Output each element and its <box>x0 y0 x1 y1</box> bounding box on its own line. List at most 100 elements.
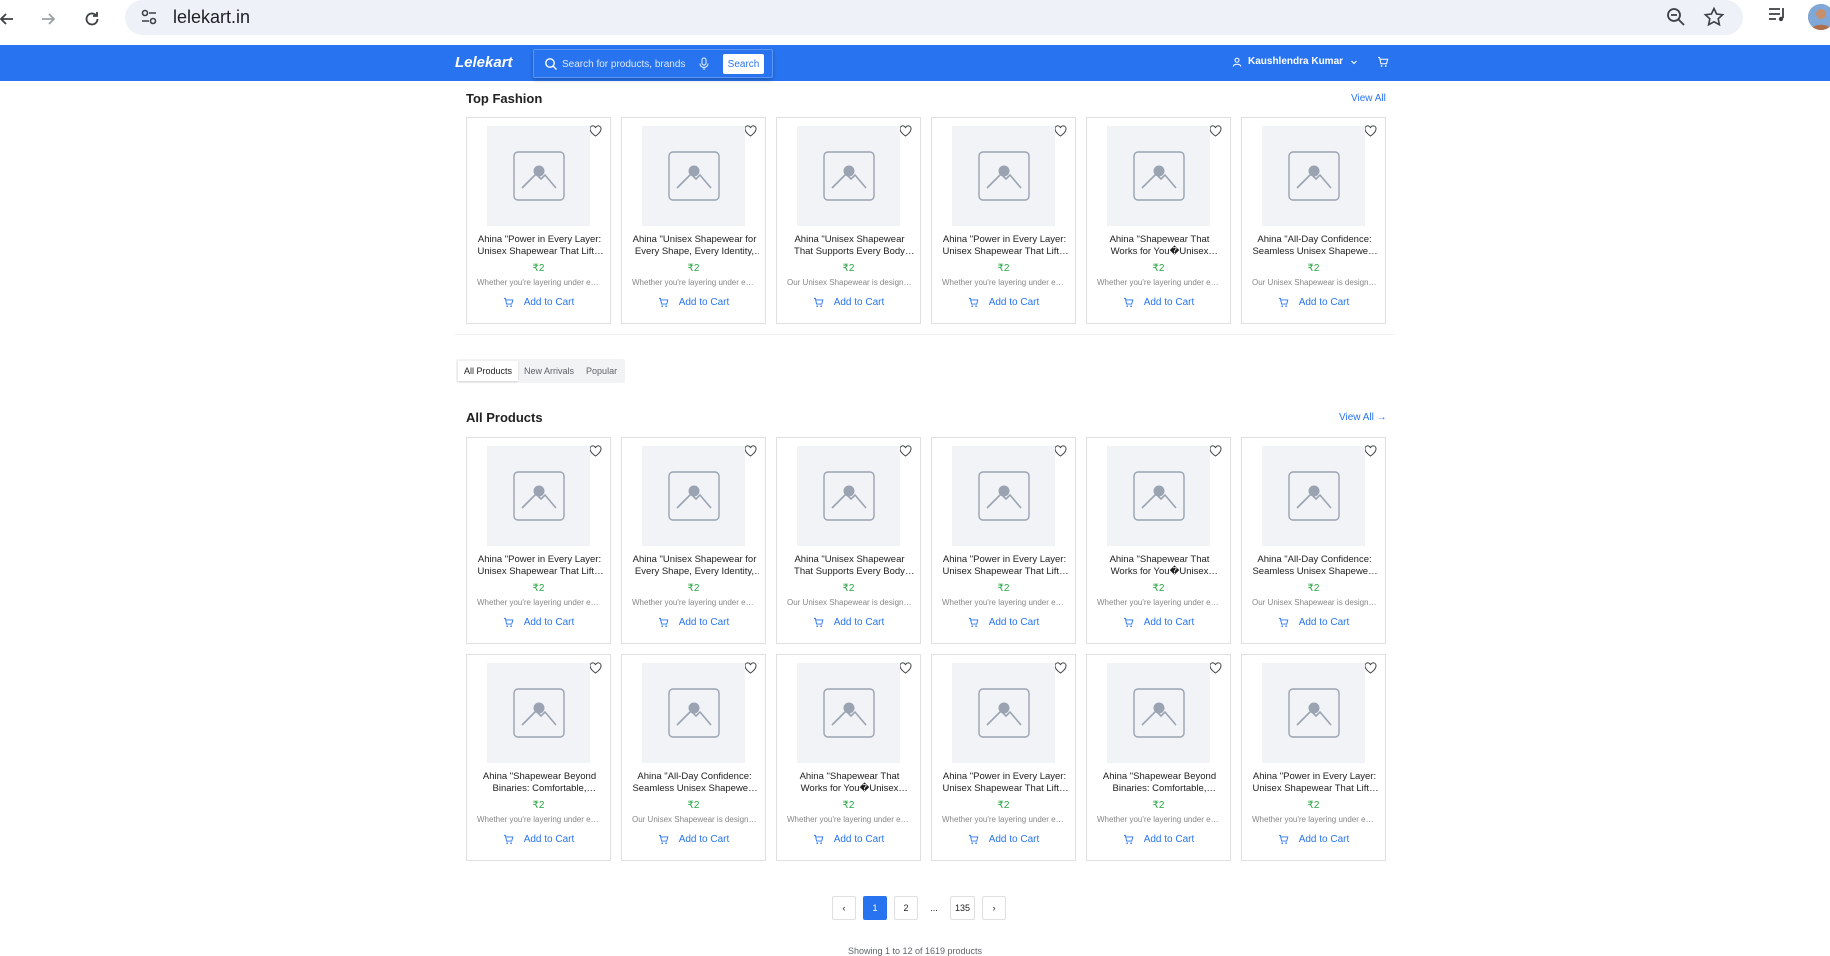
add-to-cart-button[interactable]: Add to Cart <box>1087 617 1230 628</box>
product-image[interactable] <box>952 446 1055 546</box>
product-card[interactable]: Ahina "Shapewear Beyond Binaries: Comfor… <box>1086 654 1231 861</box>
product-image[interactable] <box>797 446 900 546</box>
product-name[interactable]: Ahina "Unisex Shapewear That Supports Ev… <box>785 234 914 258</box>
product-name[interactable]: Ahina "Power in Every Layer: Unisex Shap… <box>940 234 1069 258</box>
product-image[interactable] <box>797 663 900 763</box>
pagination-next-button[interactable]: › <box>982 896 1007 920</box>
product-name[interactable]: Ahina "Unisex Shapewear for Every Shape,… <box>630 554 759 578</box>
add-to-cart-button[interactable]: Add to Cart <box>1242 617 1385 628</box>
reload-button[interactable] <box>77 4 107 34</box>
wishlist-button[interactable] <box>899 444 912 462</box>
product-name[interactable]: Ahina "Unisex Shapewear That Supports Ev… <box>785 554 914 578</box>
add-to-cart-button[interactable]: Add to Cart <box>1087 297 1230 308</box>
pagination-prev-button[interactable]: ‹ <box>832 896 856 920</box>
product-name[interactable]: Ahina "Shapewear That Works for You�Unis… <box>1095 554 1224 578</box>
product-image[interactable] <box>952 663 1055 763</box>
address-bar[interactable]: lelekart.in <box>125 0 1743 35</box>
product-name[interactable]: Ahina "Shapewear Beyond Binaries: Comfor… <box>1095 771 1224 795</box>
product-image[interactable] <box>952 126 1055 226</box>
add-to-cart-button[interactable]: Add to Cart <box>622 834 765 845</box>
user-menu[interactable]: Kaushlendra Kumar <box>1232 56 1359 67</box>
wishlist-button[interactable] <box>1209 124 1222 142</box>
product-image[interactable] <box>1107 663 1210 763</box>
bookmark-star-icon[interactable] <box>1703 6 1725 28</box>
wishlist-button[interactable] <box>899 661 912 679</box>
add-to-cart-button[interactable]: Add to Cart <box>932 617 1075 628</box>
site-settings-icon[interactable] <box>139 7 159 27</box>
product-card[interactable]: Ahina "Unisex Shapewear for Every Shape,… <box>621 117 766 324</box>
product-name[interactable]: Ahina "Power in Every Layer: Unisex Shap… <box>940 771 1069 795</box>
product-image[interactable] <box>642 663 745 763</box>
forward-button[interactable] <box>33 4 63 34</box>
profile-avatar[interactable] <box>1808 4 1830 30</box>
product-card[interactable]: Ahina "Shapewear That Works for You�Unis… <box>1086 437 1231 644</box>
header-cart-icon[interactable] <box>1377 56 1389 68</box>
add-to-cart-button[interactable]: Add to Cart <box>1242 297 1385 308</box>
tab-1[interactable]: New Arrivals <box>518 361 580 381</box>
wishlist-button[interactable] <box>744 661 757 679</box>
wishlist-button[interactable] <box>589 661 602 679</box>
add-to-cart-button[interactable]: Add to Cart <box>777 617 920 628</box>
add-to-cart-button[interactable]: Add to Cart <box>467 297 610 308</box>
add-to-cart-button[interactable]: Add to Cart <box>932 834 1075 845</box>
product-image[interactable] <box>1107 446 1210 546</box>
product-name[interactable]: Ahina "All-Day Confidence: Seamless Unis… <box>1250 554 1379 578</box>
wishlist-button[interactable] <box>744 444 757 462</box>
product-image[interactable] <box>487 663 590 763</box>
product-image[interactable] <box>797 126 900 226</box>
add-to-cart-button[interactable]: Add to Cart <box>932 297 1075 308</box>
product-name[interactable]: Ahina "Power in Every Layer: Unisex Shap… <box>475 234 604 258</box>
add-to-cart-button[interactable]: Add to Cart <box>622 617 765 628</box>
wishlist-button[interactable] <box>589 124 602 142</box>
wishlist-button[interactable] <box>899 124 912 142</box>
product-card[interactable]: Ahina "All-Day Confidence: Seamless Unis… <box>1241 437 1386 644</box>
product-name[interactable]: Ahina "Shapewear That Works for You�Unis… <box>1095 234 1224 258</box>
search-button[interactable]: Search <box>723 54 764 74</box>
product-name[interactable]: Ahina "Shapewear Beyond Binaries: Comfor… <box>475 771 604 795</box>
product-image[interactable] <box>642 446 745 546</box>
media-queue-icon[interactable] <box>1766 4 1788 26</box>
search-input[interactable] <box>562 56 702 72</box>
wishlist-button[interactable] <box>1054 661 1067 679</box>
product-image[interactable] <box>1262 126 1365 226</box>
wishlist-button[interactable] <box>1054 124 1067 142</box>
product-card[interactable]: Ahina "Shapewear That Works for You�Unis… <box>1086 117 1231 324</box>
wishlist-button[interactable] <box>1364 444 1377 462</box>
tab-0[interactable]: All Products <box>458 361 519 381</box>
product-name[interactable]: Ahina "All-Day Confidence: Seamless Unis… <box>630 771 759 795</box>
add-to-cart-button[interactable]: Add to Cart <box>1087 834 1230 845</box>
add-to-cart-button[interactable]: Add to Cart <box>1242 834 1385 845</box>
add-to-cart-button[interactable]: Add to Cart <box>622 297 765 308</box>
add-to-cart-button[interactable]: Add to Cart <box>467 834 610 845</box>
pagination-page-button[interactable]: 1 <box>863 896 887 920</box>
product-card[interactable]: Ahina "Power in Every Layer: Unisex Shap… <box>931 654 1076 861</box>
add-to-cart-button[interactable]: Add to Cart <box>777 297 920 308</box>
product-card[interactable]: Ahina "Unisex Shapewear That Supports Ev… <box>776 437 921 644</box>
wishlist-button[interactable] <box>744 124 757 142</box>
url-text[interactable]: lelekart.in <box>173 7 250 28</box>
add-to-cart-button[interactable]: Add to Cart <box>777 834 920 845</box>
tab-2[interactable]: Popular <box>580 361 623 381</box>
product-card[interactable]: Ahina "Unisex Shapewear for Every Shape,… <box>621 437 766 644</box>
product-image[interactable] <box>1107 126 1210 226</box>
product-name[interactable]: Ahina "Power in Every Layer: Unisex Shap… <box>940 554 1069 578</box>
microphone-icon[interactable] <box>698 57 710 71</box>
product-card[interactable]: Ahina "All-Day Confidence: Seamless Unis… <box>1241 117 1386 324</box>
wishlist-button[interactable] <box>589 444 602 462</box>
site-logo[interactable]: Lelekart <box>455 54 513 71</box>
product-card[interactable]: Ahina "Unisex Shapewear That Supports Ev… <box>776 117 921 324</box>
add-to-cart-button[interactable]: Add to Cart <box>467 617 610 628</box>
product-card[interactable]: Ahina "Power in Every Layer: Unisex Shap… <box>466 437 611 644</box>
product-name[interactable]: Ahina "All-Day Confidence: Seamless Unis… <box>1250 234 1379 258</box>
wishlist-button[interactable] <box>1209 661 1222 679</box>
product-name[interactable]: Ahina "Power in Every Layer: Unisex Shap… <box>475 554 604 578</box>
product-card[interactable]: Ahina "Power in Every Layer: Unisex Shap… <box>931 117 1076 324</box>
product-name[interactable]: Ahina "Shapewear That Works for You�Unis… <box>785 771 914 795</box>
product-image[interactable] <box>1262 663 1365 763</box>
wishlist-button[interactable] <box>1209 444 1222 462</box>
product-card[interactable]: Ahina "Power in Every Layer: Unisex Shap… <box>466 117 611 324</box>
product-card[interactable]: Ahina "Power in Every Layer: Unisex Shap… <box>1241 654 1386 861</box>
wishlist-button[interactable] <box>1054 444 1067 462</box>
product-image[interactable] <box>487 126 590 226</box>
wishlist-button[interactable] <box>1364 661 1377 679</box>
